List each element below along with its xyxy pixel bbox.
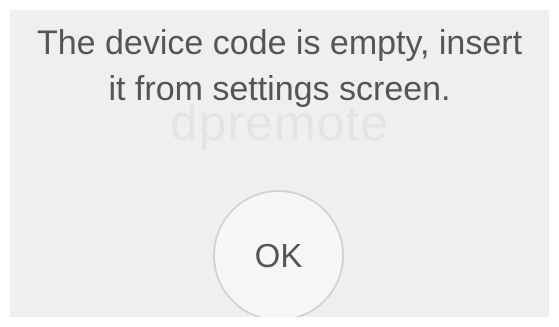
ok-button[interactable]: OK bbox=[213, 190, 344, 317]
alert-message-line-1: The device code is empty, insert bbox=[36, 24, 523, 62]
alert-message: The device code is empty, insert it from… bbox=[20, 20, 539, 112]
alert-dialog: dpremote The device code is empty, inser… bbox=[10, 10, 549, 317]
alert-message-line-2: it from settings screen. bbox=[108, 70, 451, 108]
ok-button-label: OK bbox=[254, 236, 303, 274]
